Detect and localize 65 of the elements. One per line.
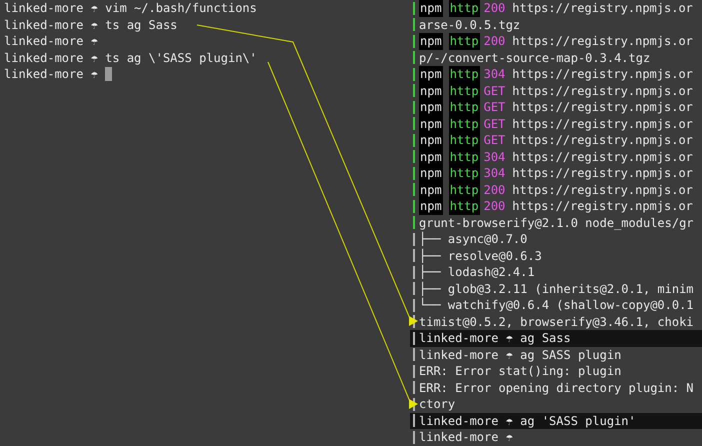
protocol-label: http [448,82,480,99]
url-text: https://registry.npmjs.or [512,66,693,82]
protocol-label: http [448,165,480,182]
url-text: https://registry.npmjs.or [512,33,693,50]
output-line: linked-more ☂ ag 'SASS plugin' [419,412,636,429]
output-line: timist@0.5.2, browserify@3.46.1, choki [419,314,694,330]
terminal-line: linked-more ☂ ts ag \'SASS plugin\' [4,50,257,66]
npm-label: npm [419,99,443,116]
npm-label: npm [419,198,443,214]
status-code: 200 [484,182,506,198]
output-line: linked-more ☂ [419,429,513,446]
url-text: https://registry.npmjs.or [512,165,693,182]
url-text: https://registry.npmjs.or [512,198,693,214]
protocol-label: http [448,99,480,116]
output-line: └── watchify@0.6.4 (shallow-copy@0.0.1 [419,297,694,314]
protocol-label: http [448,198,480,214]
terminal-line: linked-more ☂ ts ag Sass [4,16,178,33]
terminal-line: linked-more ☂ [4,66,98,82]
npm-label: npm [419,66,443,82]
status-code: GET [484,99,506,116]
output-line: linked-more ☂ ag SASS plugin [419,346,622,363]
url-text: https://registry.npmjs.or [512,116,693,132]
status-code: GET [484,116,506,132]
terminal-line: linked-more ☂ [4,33,98,50]
npm-label: npm [419,33,443,50]
protocol-label: http [448,148,480,165]
output-line: ├── async@0.7.0 [419,231,528,248]
npm-label: npm [419,82,443,99]
url-text: https://registry.npmjs.or [512,132,693,148]
protocol-label: http [448,182,480,198]
url-text: https://registry.npmjs.or [512,182,693,198]
output-line: ctory [419,396,456,412]
protocol-label: http [448,132,480,148]
url-text: https://registry.npmjs.or [512,99,693,116]
npm-label: npm [419,148,443,165]
output-line: ERR: Error opening directory plugin: N [419,380,694,396]
output-line: linked-more ☂ ag Sass [419,330,571,346]
protocol-label: http [448,33,480,50]
npm-label: npm [419,182,443,198]
terminal-line: linked-more ☂ vim ~/.bash/functions [4,0,257,16]
status-code: 304 [484,66,506,82]
url-text: https://registry.npmjs.or [512,0,693,16]
status-code: 200 [484,0,506,16]
url-text: https://registry.npmjs.or [512,82,693,99]
protocol-label: http [448,66,480,82]
output-line: ├── lodash@2.4.1 [419,264,535,280]
status-code: GET [484,132,506,148]
status-code: 304 [484,148,506,165]
status-code: 304 [484,165,506,182]
output-line: arse-0.0.5.tgz [419,16,520,33]
status-code: 200 [484,33,506,50]
output-line: ├── glob@3.2.11 (inherits@2.0.1, minim [419,280,694,297]
protocol-label: http [448,0,480,16]
output-line: p/-/convert-source-map-0.3.4.tgz [419,50,650,66]
npm-label: npm [419,132,443,148]
output-line: grunt-browserify@2.1.0 node_modules/gr [419,214,694,231]
protocol-label: http [448,116,480,132]
output-line: ERR: Error stat()ing: plugin [419,363,622,380]
npm-label: npm [419,165,443,182]
status-code: 200 [484,198,506,214]
npm-label: npm [419,0,443,16]
npm-label: npm [419,116,443,132]
url-text: https://registry.npmjs.or [512,148,693,165]
output-line: ├── resolve@0.6.3 [419,248,542,264]
status-code: GET [484,82,506,99]
